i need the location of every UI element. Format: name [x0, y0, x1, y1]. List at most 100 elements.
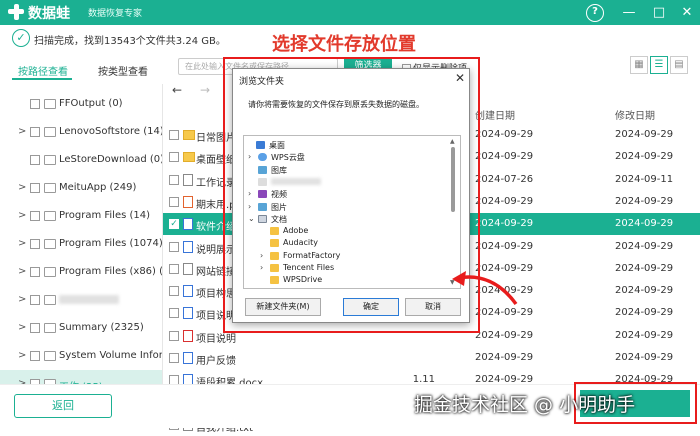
file-modified: 2024-09-29 — [615, 195, 674, 207]
sidebar-tree-item[interactable]: > Program Files (14) — [0, 202, 162, 230]
tree-checkbox[interactable] — [30, 155, 40, 165]
file-created: 2024-09-29 — [475, 218, 534, 230]
file-checkbox[interactable]: ✓ — [169, 219, 179, 230]
expand-arrow-icon[interactable]: > — [18, 294, 26, 305]
grid-view-icon[interactable]: ▦ — [630, 56, 648, 74]
file-checkbox[interactable] — [169, 241, 179, 252]
tree-item-label: Program Files (x86) (1976 — [59, 266, 163, 277]
sidebar-tree-item[interactable]: > MeituApp (249) — [0, 174, 162, 202]
red-file-icon — [183, 329, 193, 342]
app-subtitle: 数据恢复专家 — [88, 9, 143, 19]
expand-arrow-icon[interactable]: > — [18, 238, 26, 249]
file-checkbox[interactable] — [169, 330, 179, 341]
file-modified: 2024-09-11 — [615, 173, 674, 185]
detail-view-icon[interactable]: ▤ — [670, 56, 688, 74]
tree-checkbox[interactable] — [30, 295, 40, 305]
tree-item-label: Program Files (1074) — [59, 238, 163, 249]
file-row[interactable]: 用户反馈 2024-09-29 2024-09-29 — [163, 347, 700, 369]
file-checkbox[interactable] — [169, 308, 179, 319]
file-modified: 2024-09-29 — [615, 240, 674, 252]
tree-checkbox[interactable] — [30, 351, 40, 361]
file-checkbox[interactable] — [169, 286, 179, 297]
logo-cross-icon — [8, 4, 24, 20]
expand-arrow-icon[interactable]: > — [18, 126, 26, 137]
close-icon[interactable]: ✕ — [678, 4, 696, 22]
file-modified: 2024-09-29 — [615, 307, 674, 319]
created-date-header[interactable]: 创建日期 — [475, 107, 515, 122]
sidebar-tree-item[interactable]: > Summary (2325) — [0, 314, 162, 342]
tree-item-label: MeituApp (249) — [59, 182, 137, 193]
tree-checkbox[interactable] — [30, 267, 40, 277]
txt-file-icon — [183, 262, 193, 275]
title-bar: 数据蛙 数据恢复专家 ? — □ ✕ — [0, 0, 700, 25]
folder-file-icon — [183, 130, 195, 140]
sidebar-tree-item[interactable]: LeStoreDownload (0) — [0, 146, 162, 174]
tree-checkbox[interactable] — [30, 99, 40, 109]
file-checkbox[interactable] — [169, 152, 179, 163]
file-created: 2024-09-29 — [475, 151, 534, 163]
forward-arrow-icon[interactable]: → — [200, 83, 210, 97]
doc-file-icon — [183, 240, 193, 253]
doc-file-icon — [183, 218, 193, 231]
sidebar-tree-item[interactable]: >工作 (25) — [0, 370, 162, 384]
file-checkbox[interactable] — [169, 196, 179, 207]
modified-date-header[interactable]: 修改日期 — [615, 107, 655, 122]
sidebar-tree-item[interactable]: > System Volume Informati — [0, 342, 163, 370]
back-arrow-icon[interactable]: ← — [172, 83, 182, 97]
maximize-icon[interactable]: □ — [650, 4, 668, 22]
sidebar-tree-item[interactable]: > LenovoSoftstore (14) — [0, 118, 162, 146]
file-checkbox[interactable] — [169, 263, 179, 274]
file-checkbox[interactable] — [169, 174, 179, 185]
file-created: 2024-09-29 — [475, 240, 534, 252]
ppt-file-icon — [183, 195, 193, 208]
tree-checkbox[interactable] — [30, 323, 40, 333]
expand-arrow-icon[interactable]: > — [18, 182, 26, 193]
sidebar-tabs: 按路径查看 按类型查看 — [0, 60, 163, 80]
back-button[interactable]: 返回 — [14, 394, 112, 418]
folder-icon — [44, 183, 56, 193]
tree-checkbox[interactable] — [30, 239, 40, 249]
folder-icon — [44, 211, 56, 221]
sidebar-tree-item[interactable]: > Program Files (1074) — [0, 230, 163, 258]
annotation-title: 选择文件存放位置 — [272, 34, 416, 55]
folder-icon — [44, 127, 56, 137]
file-modified: 2024-09-29 — [615, 262, 674, 274]
file-checkbox[interactable] — [169, 130, 179, 140]
tree-checkbox[interactable] — [30, 127, 40, 137]
expand-arrow-icon[interactable]: > — [18, 322, 26, 333]
tab-by-path[interactable]: 按路径查看 — [18, 63, 68, 78]
tree-item-label — [59, 294, 119, 305]
annotation-arrow-icon — [452, 271, 518, 306]
doc-file-icon — [183, 285, 193, 298]
tree-item-label: System Volume Informati — [59, 350, 163, 361]
doc-file-icon — [183, 352, 193, 364]
tree-item-label: FFOutput (0) — [59, 98, 123, 109]
folder-icon — [44, 351, 56, 361]
file-created: 2024-09-29 — [475, 129, 534, 140]
sidebar-tree-item[interactable]: FFOutput (0) — [0, 90, 162, 118]
expand-arrow-icon[interactable]: > — [18, 210, 26, 221]
file-modified: 2024-09-29 — [615, 151, 674, 163]
sidebar-tree-item[interactable]: > Program Files (x86) (1976 — [0, 258, 163, 286]
file-checkbox[interactable] — [169, 353, 179, 363]
tree-item-label: Summary (2325) — [59, 322, 144, 333]
folder-icon — [44, 239, 56, 249]
expand-arrow-icon[interactable]: > — [18, 350, 26, 361]
tree-checkbox[interactable] — [30, 211, 40, 221]
file-created: 2024-07-26 — [475, 173, 534, 185]
watermark: 掘金技术社区 @ 小明助手 — [414, 394, 636, 416]
expand-arrow-icon[interactable]: > — [18, 266, 26, 277]
help-icon[interactable]: ? — [586, 4, 604, 22]
file-created: 2024-09-29 — [475, 352, 534, 363]
list-view-icon[interactable]: ☰ — [650, 56, 668, 74]
folder-icon — [44, 323, 56, 333]
file-modified: 2024-09-29 — [615, 218, 674, 230]
doc-file-icon — [183, 307, 193, 320]
sidebar-tree-item[interactable]: > — [0, 286, 162, 314]
minimize-icon[interactable]: — — [620, 4, 638, 22]
tab-by-type[interactable]: 按类型查看 — [98, 63, 148, 78]
txt-file-icon — [183, 173, 193, 186]
file-name: 用户反馈 — [196, 356, 236, 367]
tree-checkbox[interactable] — [30, 183, 40, 193]
folder-icon — [44, 155, 56, 165]
